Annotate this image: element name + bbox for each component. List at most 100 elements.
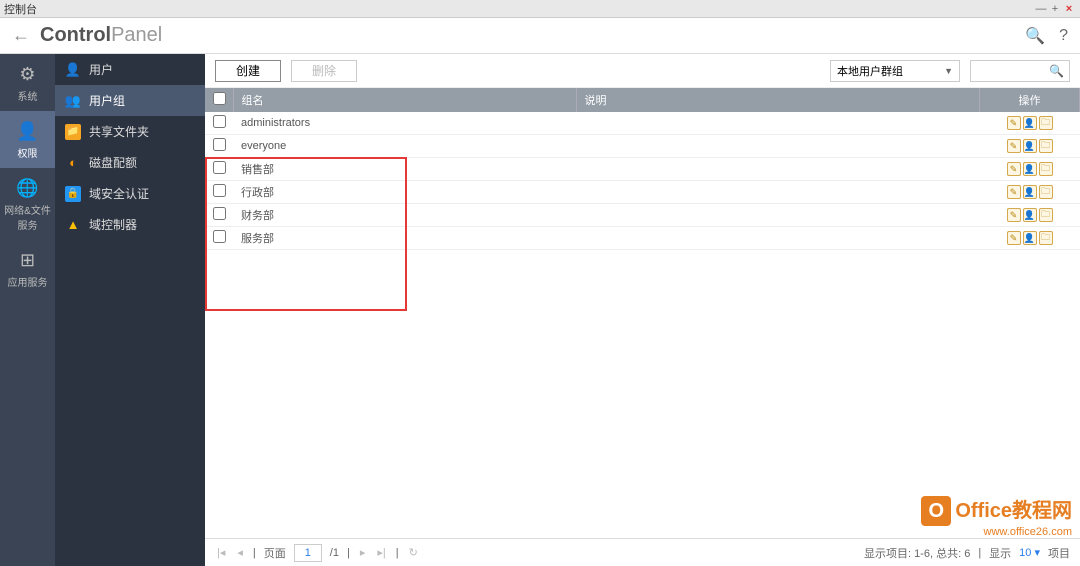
subnav-usergroup[interactable]: 👥 用户组: [55, 85, 205, 116]
user-icon: 👤: [65, 62, 81, 78]
permissions-icon[interactable]: 🗀: [1039, 162, 1053, 176]
sidebar-item-apps[interactable]: ⊞ 应用服务: [0, 240, 55, 297]
cell-name: 行政部: [233, 181, 576, 204]
page-input[interactable]: [294, 544, 322, 562]
cell-desc: [576, 135, 980, 158]
table-row[interactable]: 销售部✎👤🗀: [205, 158, 1080, 181]
page-size-dropdown[interactable]: 10 ▾: [1019, 546, 1040, 559]
row-checkbox[interactable]: [213, 184, 226, 197]
user-icon: 👤: [0, 121, 55, 142]
subnav-sharedfolder[interactable]: 📁 共享文件夹: [55, 116, 205, 147]
search-icon[interactable]: 🔍: [1025, 26, 1045, 46]
back-icon[interactable]: ←: [12, 25, 30, 46]
summary-text: 显示项目: 1-6, 总共: 6: [864, 545, 970, 561]
edit-icon[interactable]: ✎: [1007, 185, 1021, 199]
members-icon[interactable]: 👤: [1023, 231, 1037, 245]
edit-icon[interactable]: ✎: [1007, 116, 1021, 130]
row-checkbox[interactable]: [213, 161, 226, 174]
table-container: 组名 说明 操作 administrators✎👤🗀everyone✎👤🗀销售部…: [205, 88, 1080, 538]
prev-page-button[interactable]: ◂: [235, 546, 245, 559]
permissions-icon[interactable]: 🗀: [1039, 116, 1053, 130]
cell-name: everyone: [233, 135, 576, 158]
cell-name: administrators: [233, 112, 576, 135]
table-row[interactable]: 行政部 ✎👤🗀: [205, 181, 1080, 204]
sidebar-item-permissions[interactable]: 👤 权限: [0, 111, 55, 168]
subnav-quota[interactable]: ◐ 磁盘配额: [55, 147, 205, 178]
members-icon[interactable]: 👤: [1023, 162, 1037, 176]
page-title: ControlPanel: [40, 24, 162, 47]
scope-dropdown[interactable]: 本地用户群组 ▼: [830, 60, 960, 82]
cell-desc: [576, 112, 980, 135]
table-row[interactable]: 服务部✎👤🗀: [205, 227, 1080, 250]
content-area: 创建 删除 本地用户群组 ▼ 🔍 组名 说明 操作: [205, 54, 1080, 566]
members-icon[interactable]: 👤: [1023, 208, 1037, 222]
table-row[interactable]: everyone ✎👤🗀: [205, 135, 1080, 158]
chevron-down-icon: ▼: [944, 66, 953, 76]
sidebar-label: 系统: [18, 92, 38, 103]
subnav-label: 用户组: [89, 92, 125, 109]
table-row[interactable]: administrators ✎👤🗀: [205, 112, 1080, 135]
row-checkbox[interactable]: [213, 138, 226, 151]
dropdown-value: 本地用户群组: [837, 63, 903, 79]
gear-icon: ⚙: [0, 64, 55, 85]
primary-sidebar: ⚙ 系统 👤 权限 🌐 网络&文件服务 ⊞ 应用服务: [0, 54, 55, 566]
sidebar-item-system[interactable]: ⚙ 系统: [0, 54, 55, 111]
cell-desc: [576, 181, 980, 204]
minimize-button[interactable]: —: [1034, 3, 1048, 15]
permissions-icon[interactable]: 🗀: [1039, 185, 1053, 199]
create-button[interactable]: 创建: [215, 60, 281, 82]
edit-icon[interactable]: ✎: [1007, 231, 1021, 245]
row-checkbox[interactable]: [213, 230, 226, 243]
edit-icon[interactable]: ✎: [1007, 208, 1021, 222]
table-row[interactable]: 财务部✎👤🗀: [205, 204, 1080, 227]
refresh-button[interactable]: ↻: [407, 546, 420, 559]
select-all-checkbox[interactable]: [213, 92, 226, 105]
permissions-icon[interactable]: 🗀: [1039, 231, 1053, 245]
members-icon[interactable]: 👤: [1023, 185, 1037, 199]
subnav-label: 域控制器: [89, 216, 137, 233]
subnav-label: 共享文件夹: [89, 123, 149, 140]
next-page-button[interactable]: ▸: [358, 546, 368, 559]
sidebar-label: 应用服务: [8, 278, 48, 289]
delete-button[interactable]: 删除: [291, 60, 357, 82]
search-icon: 🔍: [1049, 64, 1064, 78]
shield-icon: 🔒: [65, 186, 81, 202]
sidebar-item-network[interactable]: 🌐 网络&文件服务: [0, 168, 55, 240]
subnav-label: 用户: [89, 61, 113, 78]
col-action: 操作: [980, 88, 1080, 112]
subnav-label: 磁盘配额: [89, 154, 137, 171]
col-name[interactable]: 组名: [233, 88, 576, 112]
close-button[interactable]: ×: [1062, 3, 1076, 15]
search-input[interactable]: [976, 65, 1049, 77]
first-page-button[interactable]: |◂: [215, 546, 227, 559]
search-box[interactable]: 🔍: [970, 60, 1070, 82]
permissions-icon[interactable]: 🗀: [1039, 139, 1053, 153]
quota-icon: ◐: [65, 155, 81, 171]
subnav-dc[interactable]: ▲ 域控制器: [55, 209, 205, 240]
edit-icon[interactable]: ✎: [1007, 139, 1021, 153]
subnav-label: 域安全认证: [89, 185, 149, 202]
secondary-sidebar: 👤 用户 👥 用户组 📁 共享文件夹 ◐ 磁盘配额 🔒 域安全认证 ▲ 域控制器: [55, 54, 205, 566]
members-icon[interactable]: 👤: [1023, 139, 1037, 153]
subnav-domain[interactable]: 🔒 域安全认证: [55, 178, 205, 209]
page-label: 页面: [264, 545, 286, 561]
cell-desc: [576, 204, 980, 227]
group-table: 组名 说明 操作 administrators✎👤🗀everyone✎👤🗀销售部…: [205, 88, 1080, 250]
window-titlebar: 控制台 — + ×: [0, 0, 1080, 18]
members-icon[interactable]: 👤: [1023, 116, 1037, 130]
col-desc[interactable]: 说明: [576, 88, 980, 112]
sidebar-label: 网络&文件服务: [4, 206, 51, 232]
group-icon: 👥: [65, 93, 81, 109]
app-header: ← ControlPanel 🔍 ?: [0, 18, 1080, 54]
row-checkbox[interactable]: [213, 115, 226, 128]
pagination-bar: |◂ ◂ | 页面 /1 | ▸ ▸| | ↻ 显示项目: 1-6, 总共: 6…: [205, 538, 1080, 566]
show-label: 显示: [989, 545, 1011, 561]
last-page-button[interactable]: ▸|: [375, 546, 387, 559]
subnav-user[interactable]: 👤 用户: [55, 54, 205, 85]
maximize-button[interactable]: +: [1048, 3, 1062, 15]
edit-icon[interactable]: ✎: [1007, 162, 1021, 176]
help-icon[interactable]: ?: [1059, 27, 1068, 45]
row-checkbox[interactable]: [213, 207, 226, 220]
sidebar-label: 权限: [18, 149, 38, 160]
permissions-icon[interactable]: 🗀: [1039, 208, 1053, 222]
